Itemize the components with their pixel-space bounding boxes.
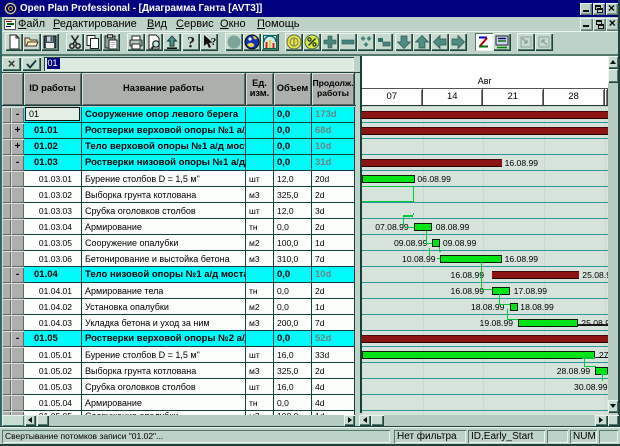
svg-text:?: ? xyxy=(211,36,217,48)
svg-text:?: ? xyxy=(187,35,195,52)
